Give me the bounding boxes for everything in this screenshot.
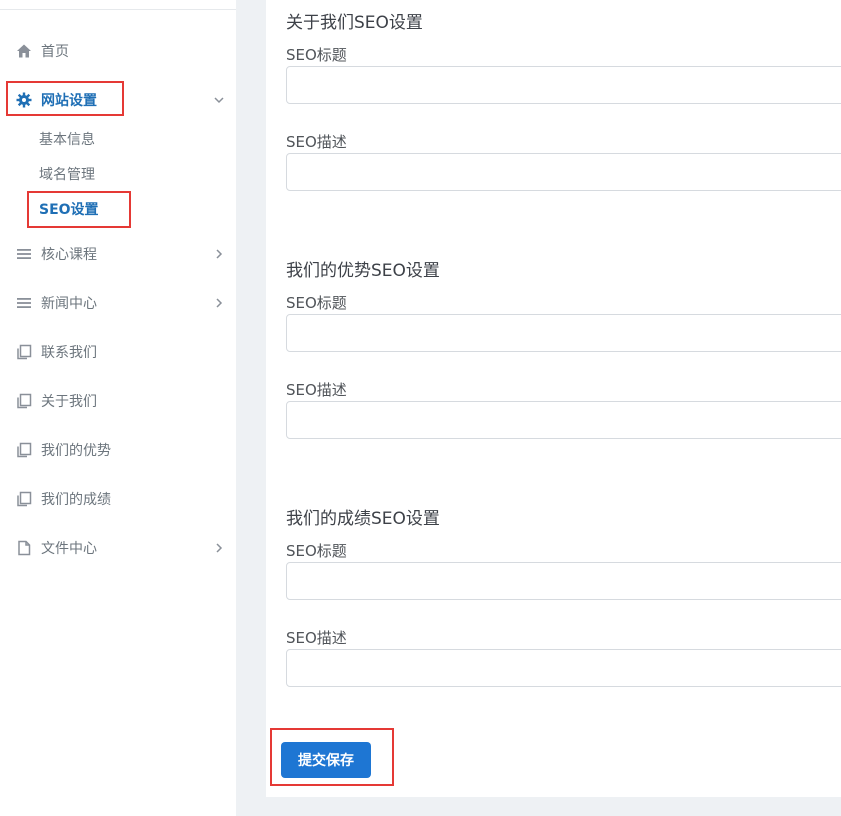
sidebar-item-site-settings[interactable]: 网站设置 [0,85,236,115]
sidebar-item-label: 我们的优势 [41,443,111,459]
sidebar-item-news[interactable]: 新闻中心 [0,288,236,318]
sidebar-item-label: 新闻中心 [41,296,97,312]
pages-icon [15,343,33,361]
sidebar-subitem-seo[interactable]: SEO设置 [39,199,99,221]
sidebar-item-label: 联系我们 [41,345,97,361]
sidebar-item-label: 我们的成绩 [41,492,111,508]
gear-icon [15,91,33,109]
seo-title-label: SEO标题 [286,542,347,560]
menu-icon [15,294,33,312]
sidebar-item-advantages[interactable]: 我们的优势 [0,435,236,465]
pages-icon [15,441,33,459]
pages-icon [15,490,33,508]
sidebar-subitem-domain[interactable]: 域名管理 [39,164,95,186]
chevron-right-icon [213,542,225,554]
file-icon [15,539,33,557]
section-title-advantages: 我们的优势SEO设置 [286,261,440,281]
submit-save-button[interactable]: 提交保存 [281,742,371,778]
achievements-seo-desc-input[interactable] [286,649,841,687]
sidebar-item-label: 核心课程 [41,247,97,263]
sidebar-item-label: 文件中心 [41,541,97,557]
sidebar-item-label: 关于我们 [41,394,97,410]
sidebar-item-home[interactable]: 首页 [0,36,236,66]
menu-icon [15,245,33,263]
section-title-about: 关于我们SEO设置 [286,13,423,33]
sidebar-item-files[interactable]: 文件中心 [0,533,236,563]
sidebar: 首页 网站设置 基本信息 域名管理 SEO设置 核心课程 新闻中心 联系我们 关… [0,0,236,816]
seo-desc-label: SEO描述 [286,133,347,151]
pages-icon [15,392,33,410]
sidebar-subitem-basic-info[interactable]: 基本信息 [39,129,95,151]
sidebar-item-contact[interactable]: 联系我们 [0,337,236,367]
home-icon [15,42,33,60]
about-seo-title-input[interactable] [286,66,841,104]
sidebar-item-label: 网站设置 [41,93,97,109]
seo-title-label: SEO标题 [286,46,347,64]
chevron-down-icon [213,94,225,106]
about-seo-desc-input[interactable] [286,153,841,191]
sidebar-item-courses[interactable]: 核心课程 [0,239,236,269]
seo-title-label: SEO标题 [286,294,347,312]
seo-desc-label: SEO描述 [286,629,347,647]
advantages-seo-title-input[interactable] [286,314,841,352]
sidebar-item-label: 首页 [41,44,69,60]
sidebar-item-about[interactable]: 关于我们 [0,386,236,416]
section-title-achievements: 我们的成绩SEO设置 [286,509,440,529]
seo-desc-label: SEO描述 [286,381,347,399]
chevron-right-icon [213,248,225,260]
advantages-seo-desc-input[interactable] [286,401,841,439]
sidebar-divider [0,9,236,10]
achievements-seo-title-input[interactable] [286,562,841,600]
sidebar-item-achievements[interactable]: 我们的成绩 [0,484,236,514]
chevron-right-icon [213,297,225,309]
